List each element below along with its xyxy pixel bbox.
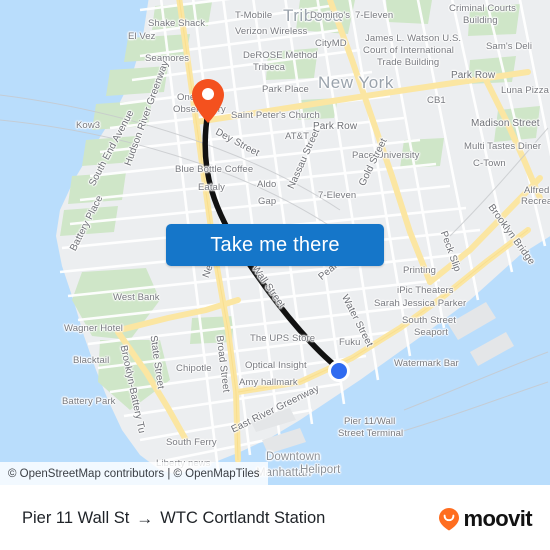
pin-center-dot — [202, 88, 214, 100]
take-me-there-button[interactable]: Take me there — [166, 224, 384, 266]
moovit-wordmark: moovit — [463, 505, 532, 531]
attribution-text: © OpenStreetMap contributors | © OpenMap… — [8, 467, 260, 480]
destination-pin-marker[interactable] — [191, 78, 225, 124]
current-location-dot[interactable] — [328, 360, 350, 382]
arrow-right-icon: → — [136, 509, 154, 528]
map-canvas[interactable]: Shake Shack El Vez Seamores T-Mobile Verizon… — [0, 0, 550, 485]
map-attribution[interactable]: © OpenStreetMap contributors | © OpenMap… — [0, 462, 268, 485]
map-pin-icon — [192, 79, 224, 123]
trip-destination-label: WTC Cortlandt Station — [160, 509, 326, 527]
trip-footer: Pier 11 Wall St → WTC Cortlandt Station … — [0, 485, 550, 550]
moovit-pin-icon — [439, 507, 460, 530]
moovit-logo[interactable]: moovit — [438, 505, 533, 532]
trip-route-title: Pier 11 Wall St → WTC Cortlandt Station — [22, 509, 325, 528]
trip-origin-label: Pier 11 Wall St — [22, 509, 130, 527]
moovit-trip-map-screen: Shake Shack El Vez Seamores T-Mobile Verizon… — [0, 0, 550, 550]
